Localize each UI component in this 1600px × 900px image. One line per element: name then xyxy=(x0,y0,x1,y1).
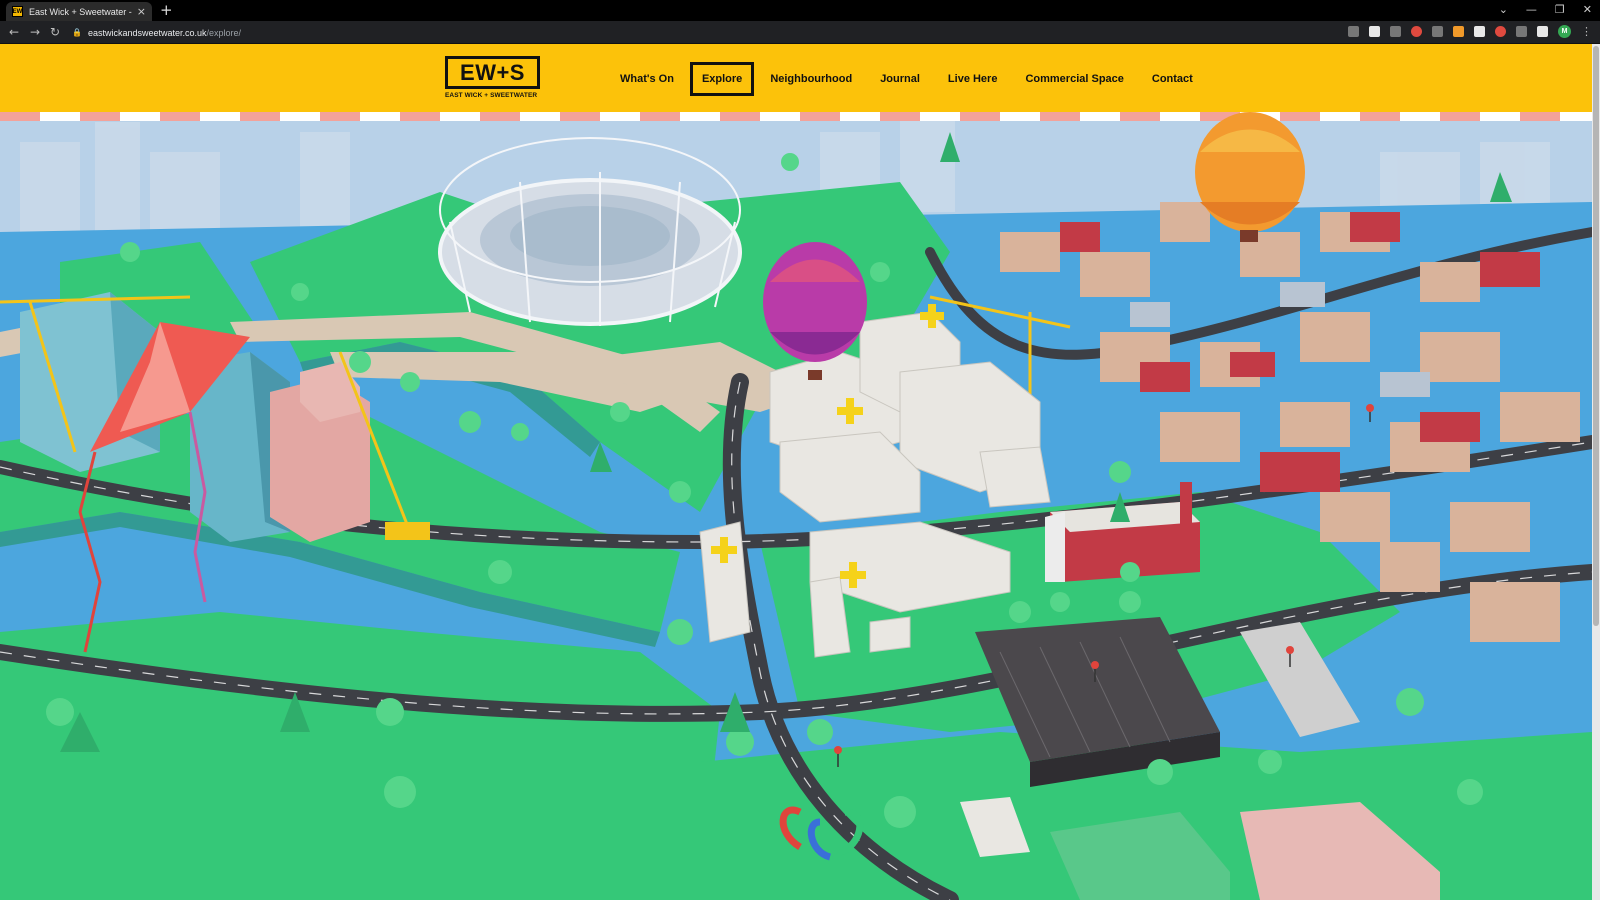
nav-neighbourhood[interactable]: Neighbourhood xyxy=(758,62,864,96)
extensions-area: M ⋮ xyxy=(1348,25,1592,38)
site-header: EW+S EAST WICK + SWEETWATER What's On Ex… xyxy=(0,44,1592,112)
nav-commercial-space[interactable]: Commercial Space xyxy=(1013,62,1135,96)
extension-icon[interactable] xyxy=(1432,26,1443,37)
new-tab-button[interactable]: + xyxy=(160,2,173,19)
close-window-button[interactable]: ✕ xyxy=(1583,1,1592,19)
favicon-icon: EW xyxy=(12,6,23,17)
share-icon[interactable] xyxy=(1348,26,1359,37)
tab-title: East Wick + Sweetwater - explore xyxy=(29,6,133,17)
browser-toolbar: ← → ↻ 🔒 eastwickandsweetwater.co.uk /exp… xyxy=(0,21,1600,44)
extension-icon[interactable] xyxy=(1495,26,1506,37)
extension-icon[interactable] xyxy=(1411,26,1422,37)
window-controls: ⌄ — ❐ ✕ xyxy=(1499,1,1592,19)
nav-whats-on[interactable]: What's On xyxy=(608,62,686,96)
minimize-button[interactable]: — xyxy=(1526,1,1537,19)
logo-mark: EW+S xyxy=(445,56,540,89)
reload-button[interactable]: ↻ xyxy=(50,24,60,40)
close-tab-icon[interactable]: × xyxy=(137,5,146,18)
menu-kebab-icon[interactable]: ⋮ xyxy=(1581,25,1592,38)
scrollbar-thumb[interactable] xyxy=(1593,46,1599,626)
nav-journal[interactable]: Journal xyxy=(868,62,932,96)
back-button[interactable]: ← xyxy=(9,24,19,40)
url-path: /explore/ xyxy=(206,27,242,38)
page-scrollbar[interactable] xyxy=(1592,44,1600,900)
side-panel-icon[interactable] xyxy=(1537,26,1548,37)
extension-icon[interactable] xyxy=(1474,26,1485,37)
tab-search-icon[interactable]: ⌄ xyxy=(1499,1,1508,19)
hazard-stripe xyxy=(0,112,1592,121)
nav-contact[interactable]: Contact xyxy=(1140,62,1205,96)
url-host: eastwickandsweetwater.co.uk xyxy=(87,27,207,38)
browser-tab[interactable]: EW East Wick + Sweetwater - explore × xyxy=(6,2,152,21)
restore-button[interactable]: ❐ xyxy=(1555,1,1565,19)
puzzle-icon[interactable] xyxy=(1516,26,1527,37)
lock-icon: 🔒 xyxy=(72,28,82,37)
address-bar[interactable]: 🔒 eastwickandsweetwater.co.uk /explore/ xyxy=(72,24,1390,41)
extension-icon[interactable] xyxy=(1390,26,1401,37)
logo-subtitle: EAST WICK + SWEETWATER xyxy=(445,92,538,99)
nav-explore[interactable]: Explore xyxy=(689,62,755,96)
explore-map[interactable] xyxy=(0,112,1592,900)
nav-live-here[interactable]: Live Here xyxy=(936,62,1010,96)
main-nav: What's On Explore Neighbourhood Journal … xyxy=(608,62,1209,96)
browser-tab-strip: EW East Wick + Sweetwater - explore × + … xyxy=(0,0,1600,21)
profile-avatar[interactable]: M xyxy=(1558,25,1571,38)
extension-icon[interactable] xyxy=(1453,26,1464,37)
forward-button[interactable]: → xyxy=(30,24,40,40)
site-logo[interactable]: EW+S EAST WICK + SWEETWATER xyxy=(445,56,541,99)
bookmark-star-icon[interactable] xyxy=(1369,26,1380,37)
